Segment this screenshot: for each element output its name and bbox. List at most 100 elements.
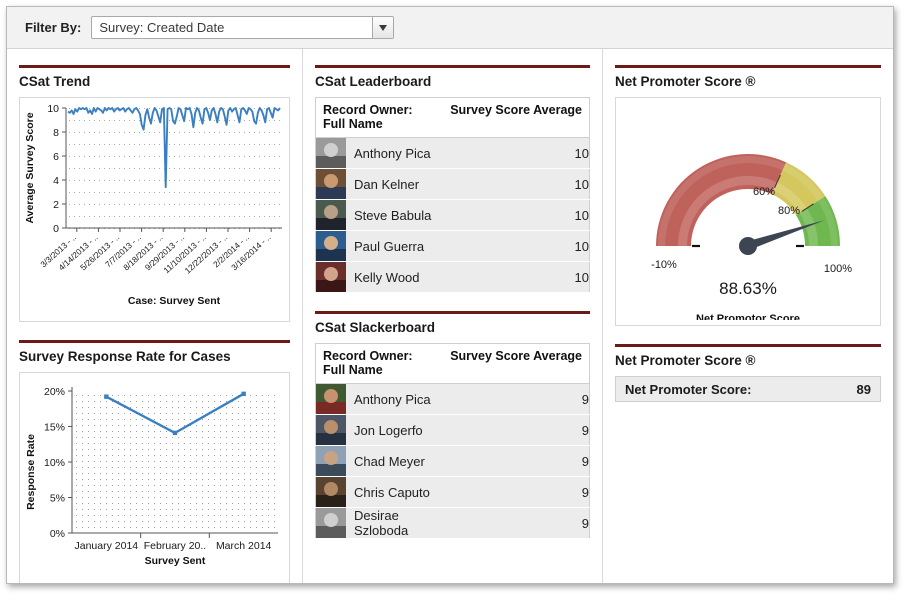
slackerboard-table: Record Owner: Full Name Survey Score Ave…: [315, 343, 590, 539]
column-middle: CSat Leaderboard Record Owner: Full Name…: [303, 49, 603, 583]
owner-cell: Dan Kelner: [315, 168, 444, 200]
component-rule: [19, 340, 290, 343]
table-row[interactable]: Anthony Pica 10: [315, 137, 590, 169]
owner-cell: Anthony Pica: [315, 383, 444, 415]
owner-cell: Anthony Pica: [315, 137, 444, 169]
response-rate-svg: 0% 5% 10% 15% 20% Response Rate January 2014 Fe…: [25, 386, 278, 567]
nps-value-label: Net Promoter Score:: [625, 381, 752, 397]
svg-text:2: 2: [53, 199, 59, 211]
svg-text:10%: 10%: [44, 457, 65, 469]
csat-trend-svg: 0246810Average Survey Score3/3/2013 - ..…: [24, 103, 282, 307]
owner-name[interactable]: Steve Babula: [346, 208, 431, 223]
table-header-row: Record Owner: Full Name Survey Score Ave…: [315, 97, 590, 138]
component-title: CSat Trend: [19, 74, 91, 89]
nps-gauge-chart[interactable]: -10% 100% 60% 80% 88.63% Net Promotor Score: [615, 97, 881, 326]
svg-text:Response Rate: Response Rate: [25, 434, 37, 510]
owner-name[interactable]: Paul Guerra: [346, 239, 424, 254]
column-header-score[interactable]: Survey Score Average: [443, 97, 590, 138]
table-row[interactable]: Anthony Pica 9: [315, 383, 590, 415]
owner-name[interactable]: Anthony Pica: [346, 146, 431, 161]
component-title: Survey Response Rate for Cases: [19, 349, 231, 364]
owner-cell: Jon Logerfo: [315, 414, 444, 446]
owner-cell: Kelly Wood: [315, 261, 444, 293]
avatar: [316, 384, 346, 414]
avatar: [316, 415, 346, 445]
owner-name[interactable]: Dan Kelner: [346, 177, 419, 192]
table-row[interactable]: Chad Meyer 9: [315, 445, 590, 477]
response-rate-chart[interactable]: 0% 5% 10% 15% 20% Response Rate January 2014 Fe…: [19, 372, 290, 583]
leaderboard-table: Record Owner: Full Name Survey Score Ave…: [315, 97, 590, 293]
owner-name[interactable]: Jon Logerfo: [346, 423, 423, 438]
component-title: Net Promoter Score ®: [615, 353, 756, 368]
svg-text:15%: 15%: [44, 422, 65, 434]
table-row[interactable]: Paul Guerra 10: [315, 230, 590, 262]
filter-select[interactable]: Survey: Created Date: [91, 16, 395, 39]
component-csat-trend: CSat Trend 0 2 4 6 8 10 Average Survey Score 3/…: [19, 65, 290, 322]
owner-name[interactable]: Kelly Wood: [346, 270, 420, 285]
nps-gauge-svg: -10% 100% 60%80% 88.63% Net Promotor Score: [651, 153, 852, 325]
table-header-row: Record Owner: Full Name Survey Score Ave…: [315, 343, 590, 384]
score-cell: 9: [443, 414, 590, 446]
column-header-score[interactable]: Survey Score Average: [443, 343, 590, 384]
svg-text:8: 8: [53, 127, 59, 139]
score-cell: 10: [443, 137, 590, 169]
svg-text:88.63%: 88.63%: [719, 279, 777, 298]
score-cell: 10: [443, 168, 590, 200]
component-title: CSat Slackerboard: [315, 320, 436, 335]
filter-select-value: Survey: Created Date: [99, 20, 225, 35]
column-header-owner[interactable]: Record Owner: Full Name: [315, 97, 444, 138]
csat-trend-chart[interactable]: 0 2 4 6 8 10 Average Survey Score 3/3/2013 - ..…: [19, 97, 290, 322]
table-row[interactable]: Jon Logerfo 9: [315, 414, 590, 446]
avatar: [316, 508, 346, 538]
owner-cell: Desirae Szloboda: [315, 507, 444, 539]
owner-cell: Paul Guerra: [315, 230, 444, 262]
component-rule: [615, 344, 881, 347]
component-nps-gauge: Net Promoter Score ® -10% 100% 60% 80% 88.63…: [615, 65, 881, 326]
avatar: [316, 138, 346, 168]
component-csat-slackerboard: CSat Slackerboard Record Owner: Full Nam…: [315, 311, 590, 539]
svg-text:60%: 60%: [753, 186, 775, 198]
owner-name[interactable]: Chris Caputo: [346, 485, 430, 500]
owner-cell: Chad Meyer: [315, 445, 444, 477]
owner-name[interactable]: Anthony Pica: [346, 392, 431, 407]
svg-text:6: 6: [53, 151, 59, 163]
component-csat-leaderboard: CSat Leaderboard Record Owner: Full Name…: [315, 65, 590, 293]
nps-value-number: 89: [856, 381, 871, 397]
score-cell: 10: [443, 230, 590, 262]
owner-name[interactable]: Chad Meyer: [346, 454, 425, 469]
svg-text:100%: 100%: [824, 263, 852, 275]
table-row[interactable]: Chris Caputo 9: [315, 476, 590, 508]
component-nps-value: Net Promoter Score ® Net Promoter Score:…: [615, 344, 881, 402]
avatar: [316, 262, 346, 292]
component-rule: [615, 65, 881, 68]
svg-text:10: 10: [47, 103, 59, 115]
svg-text:Average Survey Score: Average Survey Score: [24, 112, 36, 223]
chevron-down-icon[interactable]: [372, 17, 394, 38]
column-header-owner[interactable]: Record Owner: Full Name: [315, 343, 444, 384]
owner-cell: Chris Caputo: [315, 476, 444, 508]
avatar: [316, 200, 346, 230]
avatar: [316, 231, 346, 261]
table-row[interactable]: Dan Kelner 10: [315, 168, 590, 200]
component-rule: [315, 311, 590, 314]
dashboard-columns: CSat Trend 0 2 4 6 8 10 Average Survey Score 3/…: [7, 49, 893, 583]
table-row[interactable]: Kelly Wood 10: [315, 261, 590, 293]
table-row[interactable]: Desirae Szloboda 9: [315, 507, 590, 539]
svg-text:Case: Survey Sent: Case: Survey Sent: [128, 295, 221, 307]
svg-text:March 2014: March 2014: [216, 540, 272, 552]
owner-cell: Steve Babula: [315, 199, 444, 231]
filter-label: Filter By:: [25, 20, 82, 35]
filter-bar: Filter By: Survey: Created Date: [7, 7, 893, 49]
svg-text:-10%: -10%: [651, 259, 677, 271]
component-rule: [315, 65, 590, 68]
avatar: [316, 169, 346, 199]
component-title: CSat Leaderboard: [315, 74, 432, 89]
component-response-rate: Survey Response Rate for Cases 0% 5% 10% 15…: [19, 340, 290, 583]
score-cell: 9: [443, 476, 590, 508]
table-row[interactable]: Steve Babula 10: [315, 199, 590, 231]
component-rule: [19, 65, 290, 68]
nps-value-row[interactable]: Net Promoter Score: 89: [615, 376, 881, 402]
owner-name[interactable]: Desirae Szloboda: [346, 508, 443, 538]
score-cell: 9: [443, 445, 590, 477]
score-cell: 10: [443, 199, 590, 231]
